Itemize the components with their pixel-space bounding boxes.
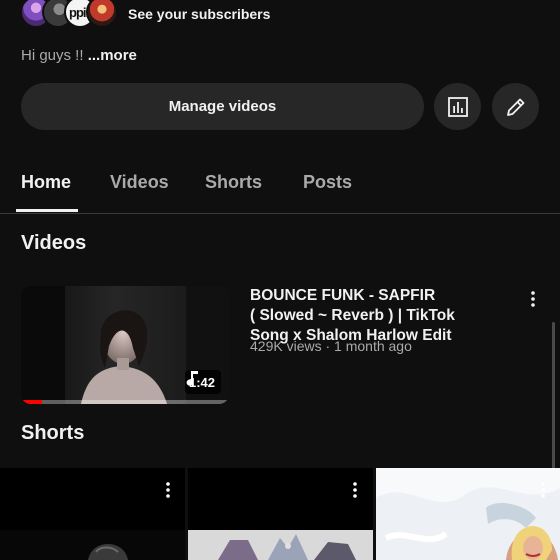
channel-tabs: Home Videos Shorts Posts [0, 160, 560, 214]
description-text: Hi guys !! [21, 47, 88, 64]
short-more-button[interactable] [158, 478, 178, 502]
video-more-button[interactable] [523, 287, 543, 311]
video-thumbnail[interactable]: 1:42 [21, 286, 229, 404]
tab-shorts[interactable]: Shorts [205, 172, 262, 193]
short-more-button[interactable] [533, 478, 553, 502]
tab-videos[interactable]: Videos [110, 172, 169, 193]
subscriber-avatar [86, 0, 118, 28]
pencil-icon [506, 98, 524, 116]
music-note-icon [186, 371, 198, 386]
analytics-icon [447, 96, 468, 117]
subscriber-avatars: ppin [20, 0, 118, 28]
video-title-line: ( Slowed ~ Reverb ) | TikTok [250, 307, 455, 324]
video-title-line: BOUNCE FUNK - SAPFIR [250, 287, 436, 304]
watch-progress-bar [21, 400, 229, 404]
channel-description[interactable]: Hi guys !! ...more [21, 47, 137, 64]
scrollbar[interactable] [552, 322, 555, 470]
more-vert-icon [531, 291, 535, 307]
manage-videos-button[interactable]: Manage videos [21, 83, 424, 130]
active-tab-indicator [16, 209, 78, 212]
video-meta: 429K views · 1 month ago [250, 338, 412, 354]
manage-videos-label: Manage videos [168, 98, 277, 115]
edit-channel-button[interactable] [492, 83, 539, 130]
short-more-button[interactable] [345, 478, 365, 502]
subscribers-row[interactable]: ppin See your subscribers [20, 0, 270, 28]
channel-page: ppin See your subscribers Hi guys !! ...… [0, 0, 560, 560]
see-subscribers-link[interactable]: See your subscribers [128, 6, 270, 22]
more-link[interactable]: ...more [88, 47, 137, 64]
more-vert-icon [353, 482, 357, 498]
shorts-section-title: Shorts [21, 422, 85, 444]
watch-progress-fill [21, 400, 42, 404]
videos-section-title: Videos [21, 232, 87, 254]
tab-posts[interactable]: Posts [303, 172, 352, 193]
more-vert-icon [541, 482, 545, 498]
tab-home[interactable]: Home [21, 172, 71, 193]
video-title[interactable]: BOUNCE FUNK - SAPFIR ( Slowed ~ Reverb )… [250, 286, 500, 346]
video-duration-badge: 1:42 [184, 370, 221, 394]
more-vert-icon [166, 482, 170, 498]
analytics-button[interactable] [434, 83, 481, 130]
